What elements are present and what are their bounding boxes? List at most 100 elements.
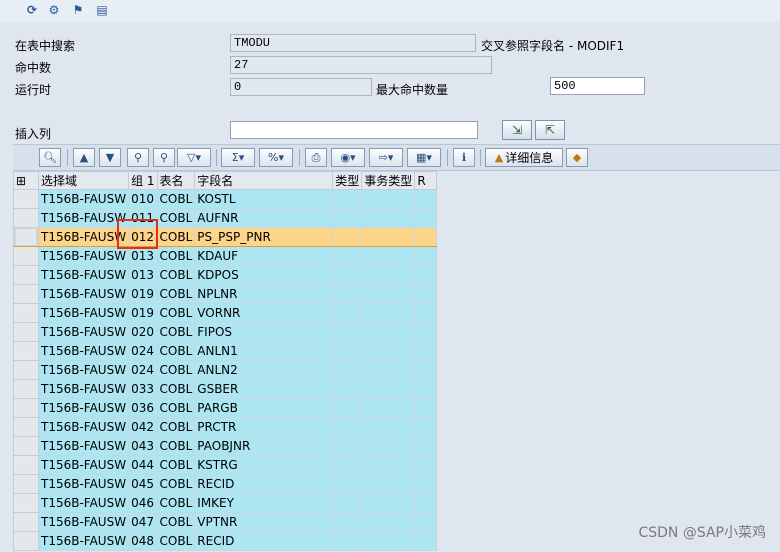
table-cell-empty[interactable] [332,436,363,456]
table-cell-empty[interactable] [414,379,438,399]
select-all-header[interactable]: ⊞ [13,171,39,190]
refresh-icon[interactable]: ⟳ [24,2,40,18]
table-cell[interactable]: 043 [128,436,158,456]
table-cell-empty[interactable] [332,360,363,380]
table-cell[interactable]: T156B-FAUSW [37,265,130,285]
table-cell-empty[interactable] [414,246,438,266]
table-cell[interactable]: COBL [156,398,196,418]
subtotal-button[interactable]: %▾ [259,148,293,167]
remove-column-button[interactable]: ⇱ [535,120,565,140]
table-cell[interactable]: COBL [156,379,196,399]
table-cell[interactable]: T156B-FAUSW [37,417,130,437]
table-cell[interactable]: RECID [194,474,334,494]
table-cell[interactable]: T156B-FAUSW [37,246,130,266]
row-selector[interactable] [13,322,39,342]
table-cell[interactable]: T156B-FAUSW [37,322,130,342]
table-cell-empty[interactable] [414,189,438,209]
table-cell-empty[interactable] [332,322,363,342]
row-selector[interactable] [13,531,39,551]
insert-column-input[interactable] [230,121,478,139]
table-row[interactable]: T156B-FAUSW 024 COBL ANLN2 [13,360,438,380]
table-cell[interactable]: 012 [128,227,158,247]
table-cell-empty[interactable] [414,417,438,437]
table-cell[interactable]: T156B-FAUSW [37,474,130,494]
table-cell[interactable]: COBL [156,208,196,228]
table-cell-empty[interactable] [414,341,438,361]
table-cell[interactable]: PAOBJNR [194,436,334,456]
table-cell[interactable]: 019 [128,284,158,304]
table-cell-empty[interactable] [332,455,363,475]
table-cell[interactable]: T156B-FAUSW [37,512,130,532]
flag-icon[interactable]: ⚑ [70,2,86,18]
table-cell-empty[interactable] [361,208,416,228]
table-cell[interactable]: COBL [156,284,196,304]
table-cell[interactable]: 046 [128,493,158,513]
table-cell[interactable]: IMKEY [194,493,334,513]
table-cell[interactable]: KOSTL [194,189,334,209]
table-cell-empty[interactable] [361,474,416,494]
column-header[interactable]: R [414,171,438,190]
row-selector[interactable] [13,512,39,532]
table-cell-empty[interactable] [361,284,416,304]
table-cell[interactable]: 042 [128,417,158,437]
table-cell[interactable]: 011 [128,208,158,228]
table-cell-empty[interactable] [361,360,416,380]
export-button[interactable]: ⇨▾ [369,148,403,167]
table-cell[interactable]: COBL [156,360,196,380]
table-cell-empty[interactable] [414,303,438,323]
document-icon[interactable]: ▤ [94,2,110,18]
table-cell-empty[interactable] [332,474,363,494]
row-selector[interactable] [13,398,39,418]
table-cell-empty[interactable] [414,360,438,380]
table-cell[interactable]: 024 [128,360,158,380]
table-cell[interactable]: PRCTR [194,417,334,437]
table-cell[interactable]: 047 [128,512,158,532]
row-selector[interactable] [13,436,39,456]
column-header[interactable]: 字段名 [194,171,334,190]
find-button[interactable]: ⚲ [127,148,149,167]
row-selector[interactable] [13,455,39,475]
table-row[interactable]: T156B-FAUSW 043 COBL PAOBJNR [13,436,438,456]
table-cell-empty[interactable] [332,208,363,228]
table-cell[interactable]: 010 [128,189,158,209]
table-cell[interactable]: AUFNR [194,208,334,228]
table-row[interactable]: T156B-FAUSW 045 COBL RECID [13,474,438,494]
table-cell[interactable]: T156B-FAUSW [37,341,130,361]
table-cell[interactable]: 048 [128,531,158,551]
row-selector[interactable] [13,417,39,437]
row-selector[interactable] [13,341,39,361]
table-cell[interactable]: T156B-FAUSW [37,398,130,418]
table-cell[interactable]: T156B-FAUSW [37,303,130,323]
table-cell-empty[interactable] [414,227,438,247]
table-cell[interactable]: T156B-FAUSW [37,189,130,209]
table-cell[interactable]: 013 [128,246,158,266]
table-row[interactable]: T156B-FAUSW 048 COBL RECID [13,531,438,551]
detail-view-button[interactable]: 🔍︎ [39,148,61,167]
settings-icon[interactable]: ⚙ [46,2,62,18]
table-row[interactable]: T156B-FAUSW 036 COBL PARGB [13,398,438,418]
table-cell[interactable]: FIPOS [194,322,334,342]
table-cell-empty[interactable] [361,322,416,342]
find-next-button[interactable]: ⚲ [153,148,175,167]
table-cell-empty[interactable] [361,303,416,323]
table-cell[interactable]: COBL [156,455,196,475]
table-cell[interactable]: COBL [156,436,196,456]
info-button[interactable]: ℹ [453,148,475,167]
filter-button[interactable]: ▽▾ [177,148,211,167]
table-row[interactable]: T156B-FAUSW 042 COBL PRCTR [13,417,438,437]
table-cell[interactable]: T156B-FAUSW [37,284,130,304]
row-selector[interactable] [13,474,39,494]
row-selector[interactable] [13,303,39,323]
table-row[interactable]: T156B-FAUSW 012 COBL PS_PSP_PNR [13,227,438,247]
table-cell[interactable]: COBL [156,322,196,342]
table-cell-empty[interactable] [414,322,438,342]
row-selector[interactable] [13,246,39,266]
table-cell-empty[interactable] [332,284,363,304]
table-cell[interactable]: ANLN1 [194,341,334,361]
total-button[interactable]: Σ▾ [221,148,255,167]
table-cell-empty[interactable] [414,531,438,551]
table-cell-empty[interactable] [414,436,438,456]
table-cell[interactable]: 024 [128,341,158,361]
column-header[interactable]: 表名 [156,171,196,190]
table-cell-empty[interactable] [332,303,363,323]
